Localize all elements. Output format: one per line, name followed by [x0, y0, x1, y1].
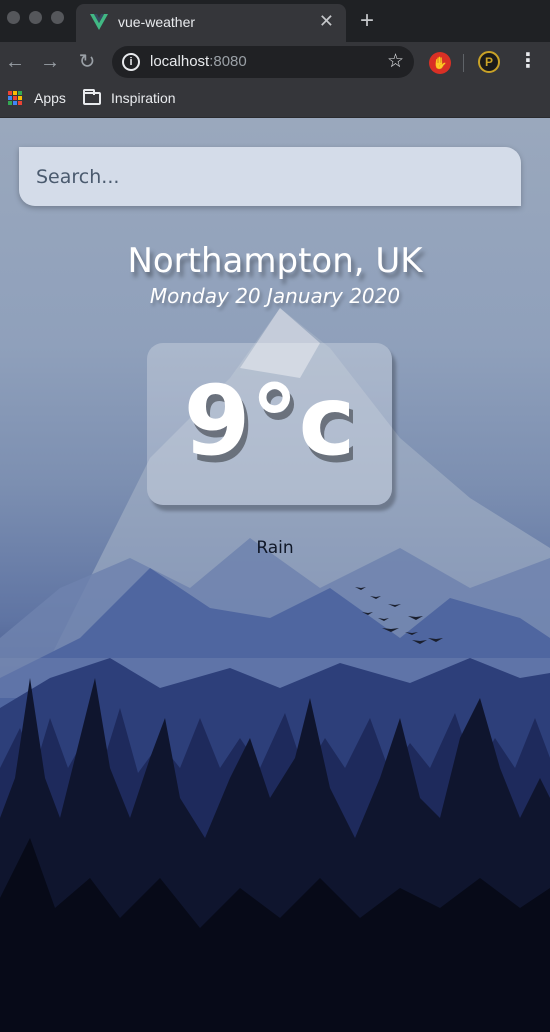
plus-icon[interactable]: + [360, 9, 374, 33]
bookmark-star-icon[interactable]: ☆ [387, 50, 404, 73]
window-maximize-dot[interactable] [51, 11, 64, 24]
p-extension-icon[interactable]: P [478, 51, 500, 73]
temperature-card: 9°c [147, 343, 392, 505]
toolbar-divider [463, 54, 464, 72]
stop-hand-extension-icon[interactable]: ✋ [429, 52, 451, 74]
weather-app: Northampton, UK Monday 20 January 2020 9… [0, 118, 550, 1032]
bookmarks-bar: Apps Inspiration [0, 82, 550, 118]
location-title: Northampton, UK [127, 241, 423, 281]
reload-icon[interactable]: ↻ [75, 50, 99, 74]
browser-tab[interactable]: vue-weather ✕ [76, 4, 346, 42]
vue-logo-icon [90, 14, 108, 30]
window-close-dot[interactable] [7, 11, 20, 24]
address-bar[interactable]: i localhost:8080 ☆ [112, 46, 414, 78]
weather-condition: Rain [256, 538, 294, 558]
forward-arrow-icon[interactable]: → [38, 50, 62, 74]
folder-icon [83, 88, 101, 105]
tab-title: vue-weather [118, 14, 196, 30]
search-input[interactable] [19, 147, 521, 206]
more-menu-icon[interactable]: ⋮ [518, 51, 538, 71]
bookmark-inspiration[interactable]: Inspiration [83, 88, 176, 106]
url-text: localhost:8080 [150, 53, 247, 70]
window-minimize-dot[interactable] [29, 11, 42, 24]
browser-toolbar: ← → ↻ i localhost:8080 ☆ ✋ P ⋮ [0, 42, 550, 82]
bookmark-label: Apps [34, 90, 66, 106]
browser-tab-strip: vue-weather ✕ + [0, 0, 550, 42]
apps-grid-icon [8, 91, 22, 105]
info-icon[interactable]: i [122, 53, 140, 71]
back-arrow-icon[interactable]: ← [3, 50, 27, 74]
temperature-value: 9°c [183, 365, 356, 477]
bookmark-apps[interactable]: Apps [8, 90, 66, 106]
close-icon[interactable]: ✕ [319, 12, 334, 30]
date-label: Monday 20 January 2020 [149, 284, 401, 308]
bookmark-label: Inspiration [111, 90, 176, 106]
